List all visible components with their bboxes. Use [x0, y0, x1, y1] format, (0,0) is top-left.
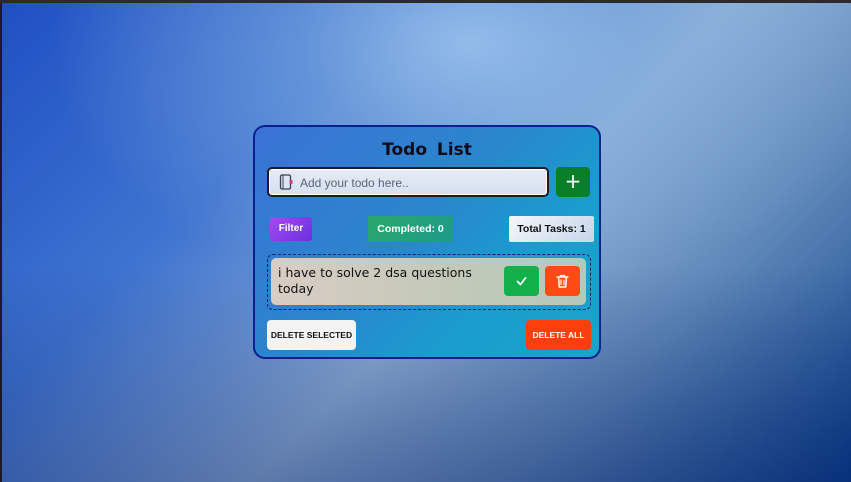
- filter-button[interactable]: Filter: [270, 217, 312, 241]
- delete-selected-button[interactable]: DELETE SELECTED: [267, 320, 356, 350]
- delete-all-button[interactable]: DELETE ALL: [526, 320, 591, 350]
- completed-count-badge: Completed: 0: [368, 216, 453, 242]
- total-tasks-badge: Total Tasks: 1: [509, 216, 594, 242]
- window-edge: [0, 3, 2, 482]
- notebook-icon: [279, 174, 293, 190]
- trash-icon: [556, 274, 569, 288]
- todo-list: i have to solve 2 dsa questions today: [267, 254, 591, 310]
- todo-input-wrapper[interactable]: [267, 167, 549, 197]
- check-icon: [516, 277, 527, 286]
- todo-card: Todo List + Filter Completed: 0 Total Ta…: [253, 125, 601, 359]
- complete-todo-button[interactable]: [504, 266, 539, 296]
- add-todo-button[interactable]: +: [556, 167, 590, 197]
- delete-todo-button[interactable]: [545, 266, 580, 296]
- todo-text: i have to solve 2 dsa questions today: [278, 265, 472, 296]
- todo-input[interactable]: [298, 172, 542, 194]
- list-item[interactable]: i have to solve 2 dsa questions today: [271, 258, 586, 305]
- page-title: Todo List: [382, 140, 472, 160]
